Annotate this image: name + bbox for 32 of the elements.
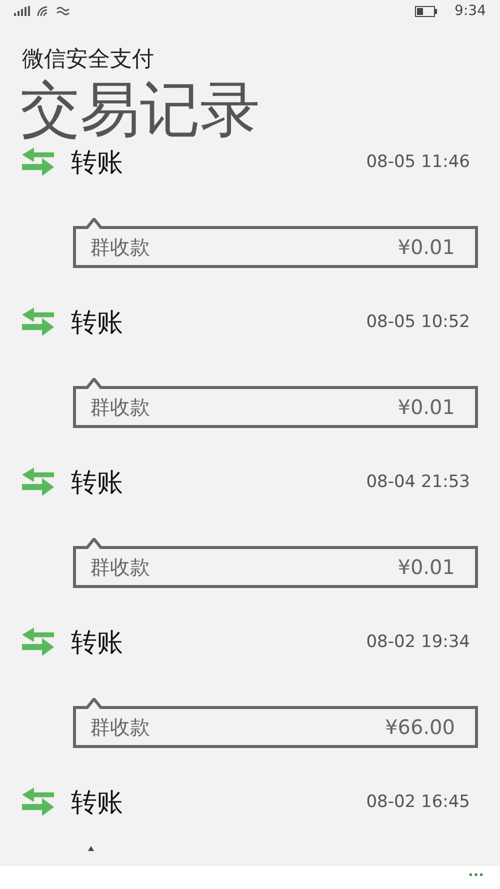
note-amount: ¥66.00 bbox=[385, 715, 455, 739]
status-time: 9:34 bbox=[454, 3, 486, 19]
transaction-title[interactable]: 转账 bbox=[71, 624, 123, 660]
transaction-title[interactable]: 转账 bbox=[71, 304, 123, 340]
battery-icon bbox=[414, 6, 437, 16]
transfer-icon bbox=[22, 466, 54, 498]
note-label: 群收款 bbox=[90, 714, 150, 740]
transfer-icon bbox=[22, 146, 54, 178]
note-amount: ¥0.01 bbox=[398, 395, 455, 419]
transaction-time: 08-05 11:46 bbox=[366, 152, 470, 172]
wifi-icon bbox=[36, 5, 50, 17]
transaction-title[interactable]: 转账 bbox=[71, 784, 123, 820]
signal-icon bbox=[14, 6, 30, 16]
note-label: 群收款 bbox=[90, 554, 150, 580]
note-label: 群收款 bbox=[90, 394, 150, 420]
note-amount: ¥0.01 bbox=[398, 235, 455, 259]
more-button[interactable]: ... bbox=[468, 866, 484, 878]
note-amount: ¥0.01 bbox=[398, 555, 455, 579]
transaction-title[interactable]: 转账 bbox=[71, 464, 123, 500]
transfer-icon bbox=[22, 306, 54, 338]
transfer-icon bbox=[22, 626, 54, 658]
note-label: 群收款 bbox=[90, 234, 150, 260]
transfer-icon bbox=[22, 786, 54, 818]
page-title: 交易记录 bbox=[20, 74, 261, 142]
transaction-time: 08-05 10:52 bbox=[366, 312, 470, 332]
transaction-time: 08-04 21:53 bbox=[366, 472, 470, 492]
transaction-title[interactable]: 转账 bbox=[71, 144, 123, 180]
transaction-time: 08-02 19:34 bbox=[366, 632, 470, 652]
app-subtitle: 微信安全支付 bbox=[22, 46, 155, 74]
bubble-tip-icon bbox=[88, 846, 94, 851]
wave-icon bbox=[56, 6, 70, 16]
transaction-time: 08-02 16:45 bbox=[366, 792, 470, 812]
